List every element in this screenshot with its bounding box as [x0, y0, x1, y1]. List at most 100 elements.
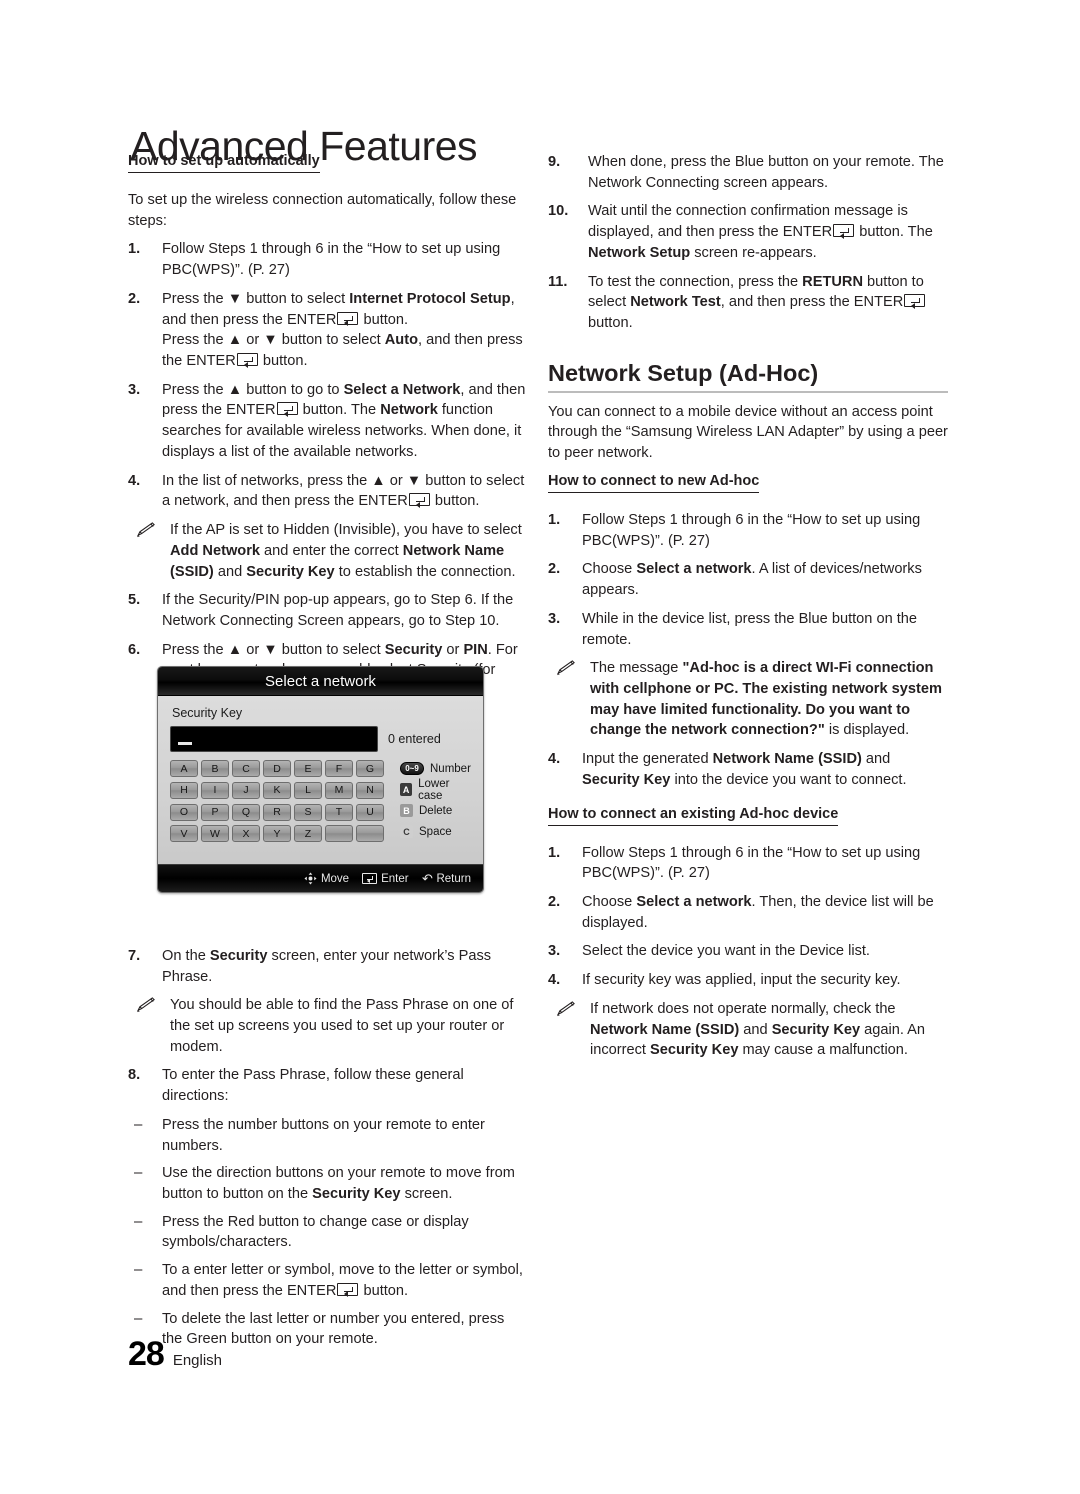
- right-column: 9. When done, press the Blue button on yo…: [548, 152, 948, 1069]
- pencil-icon: [556, 1001, 575, 1016]
- key-o[interactable]: O: [170, 803, 198, 821]
- list-item: 2. Press the ▼ button to select Internet …: [128, 289, 528, 372]
- step-number: 1.: [128, 241, 141, 258]
- onscreen-keyboard[interactable]: ABCDEFG HIJKLMN OPQRSTU VWXYZ: [170, 760, 384, 844]
- list-item: 3. Press the ▲ button to go to Select a N…: [128, 380, 528, 463]
- steps-list-existing-adhoc: 1. Follow Steps 1 through 6 in the “How t…: [548, 843, 948, 991]
- step-text: In the list of networks, press the ▲ or …: [162, 472, 525, 510]
- security-key-label: Security Key: [172, 706, 243, 720]
- pencil-icon: [556, 660, 575, 676]
- step-number: 8.: [128, 1067, 141, 1084]
- key-s[interactable]: S: [294, 803, 322, 821]
- keyboard-legend: 0~9 Number A Lower case B Delete C Space: [394, 760, 473, 844]
- key-i[interactable]: I: [201, 781, 229, 799]
- key-f[interactable]: F: [325, 760, 353, 777]
- entered-count: 0 entered: [388, 732, 441, 746]
- legend-row-lower-case[interactable]: A Lower case: [400, 778, 473, 802]
- section-heading-network-setup-adhoc: Network Setup (Ad-Hoc): [548, 360, 948, 393]
- section-intro: You can connect to a mobile device witho…: [548, 403, 948, 462]
- key-w[interactable]: W: [201, 825, 229, 843]
- step-number: 10.: [548, 203, 569, 220]
- note-text: If network does not operate normally, ch…: [590, 1000, 926, 1059]
- number-badge-icon: 0~9: [400, 762, 424, 775]
- subheading-new-adhoc-wrap: How to connect to new Ad-hoc: [548, 472, 948, 502]
- key-a[interactable]: A: [170, 760, 198, 777]
- dash-text: To a enter letter or symbol, move to the…: [162, 1262, 523, 1299]
- step-number: 3.: [128, 381, 141, 398]
- list-item: – Press the Red button to change case or …: [128, 1212, 528, 1253]
- note-text: You should be able to find the Pass Phra…: [170, 997, 514, 1055]
- footer-return[interactable]: ↷ Return: [422, 871, 471, 887]
- steps-list-d: 8. To enter the Pass Phrase, follow these…: [128, 1065, 528, 1106]
- security-key-input[interactable]: [170, 726, 378, 752]
- list-item: 4. In the list of networks, press the ▲ o…: [128, 471, 528, 512]
- key-h[interactable]: H: [170, 781, 198, 799]
- key-y[interactable]: Y: [263, 825, 291, 843]
- key-blank[interactable]: [356, 825, 384, 843]
- legend-row-space[interactable]: C Space: [400, 823, 473, 840]
- list-item: – To a enter letter or symbol, move to th…: [128, 1260, 528, 1301]
- list-item: – Use the direction buttons on your remot…: [128, 1163, 528, 1204]
- keyboard-wrap: ABCDEFG HIJKLMN OPQRSTU VWXYZ 0~9 Number A …: [170, 760, 473, 844]
- key-n[interactable]: N: [356, 781, 384, 799]
- step-number: 2.: [548, 893, 561, 910]
- footer-move[interactable]: Move: [304, 872, 349, 885]
- tv-select-network-dialog: Select a network Security Key 0 entered …: [157, 666, 484, 893]
- key-g[interactable]: G: [356, 760, 384, 777]
- dash-list: – Press the number buttons on your remote…: [128, 1115, 528, 1350]
- list-item: 1. Follow Steps 1 through 6 in the “How t…: [128, 239, 528, 280]
- key-z[interactable]: Z: [294, 825, 322, 843]
- key-j[interactable]: J: [232, 781, 260, 799]
- key-v[interactable]: V: [170, 825, 198, 843]
- key-c[interactable]: C: [232, 760, 260, 777]
- key-t[interactable]: T: [325, 803, 353, 821]
- step-number: 7.: [128, 947, 141, 964]
- key-e[interactable]: E: [294, 760, 322, 777]
- page-number: 28: [128, 1335, 165, 1373]
- list-item: – Press the number buttons on your remote…: [128, 1115, 528, 1156]
- list-item: 1. Follow Steps 1 through 6 in the “How t…: [548, 843, 948, 884]
- dash-marker: –: [134, 1212, 143, 1230]
- dialog-body: Security Key 0 entered ABCDEFG HIJKLMN OPQ…: [158, 696, 483, 864]
- key-p[interactable]: P: [201, 803, 229, 821]
- list-item: 8. To enter the Pass Phrase, follow these…: [128, 1065, 528, 1106]
- footer-label: Return: [436, 872, 471, 885]
- key-m[interactable]: M: [325, 781, 353, 799]
- key-blank[interactable]: [325, 825, 353, 843]
- step-number: 11.: [548, 273, 568, 290]
- dash-marker: –: [134, 1261, 143, 1279]
- key-q[interactable]: Q: [232, 803, 260, 821]
- key-u[interactable]: U: [356, 803, 384, 821]
- step-text: While in the device list, press the Blue…: [582, 610, 918, 648]
- dialog-title: Select a network: [158, 667, 483, 696]
- list-item: 3. Select the device you want in the Devi…: [548, 941, 948, 962]
- step-number: 2.: [128, 290, 141, 307]
- key-b[interactable]: B: [201, 760, 229, 777]
- step-text: Choose Select a network. Then, the devic…: [582, 893, 934, 931]
- step-number: 2.: [548, 561, 561, 578]
- step-number: 4.: [548, 972, 561, 989]
- steps-list-a: 1. Follow Steps 1 through 6 in the “How t…: [128, 239, 528, 512]
- legend-label: Delete: [419, 804, 453, 817]
- step-text: If security key was applied, input the s…: [582, 972, 901, 989]
- pencil-icon: [136, 997, 155, 1013]
- key-x[interactable]: X: [232, 825, 260, 843]
- note-text: If the AP is set to Hidden (Invisible), …: [170, 522, 522, 580]
- step-text: Choose Select a network. A list of devic…: [582, 561, 922, 599]
- note-hidden-ap: If the AP is set to Hidden (Invisible), …: [128, 520, 528, 582]
- subheading-existing-adhoc-wrap: How to connect an existing Ad-hoc device: [548, 805, 948, 835]
- list-item: 4. If security key was applied, input the…: [548, 970, 948, 991]
- dash-marker: –: [134, 1164, 143, 1182]
- step-number: 5.: [128, 592, 141, 609]
- legend-row-delete[interactable]: B Delete: [400, 802, 473, 819]
- list-item: 10. Wait until the connection confirmatio…: [548, 201, 948, 263]
- footer-enter[interactable]: Enter: [362, 873, 409, 885]
- step-number: 6.: [128, 641, 141, 658]
- key-l[interactable]: L: [294, 781, 322, 799]
- key-k[interactable]: K: [263, 781, 291, 799]
- legend-row-number[interactable]: 0~9 Number: [400, 760, 473, 777]
- key-r[interactable]: R: [263, 803, 291, 821]
- key-d[interactable]: D: [263, 760, 291, 777]
- step-number: 1.: [548, 844, 561, 861]
- note-network-malfunction: If network does not operate normally, ch…: [548, 999, 948, 1061]
